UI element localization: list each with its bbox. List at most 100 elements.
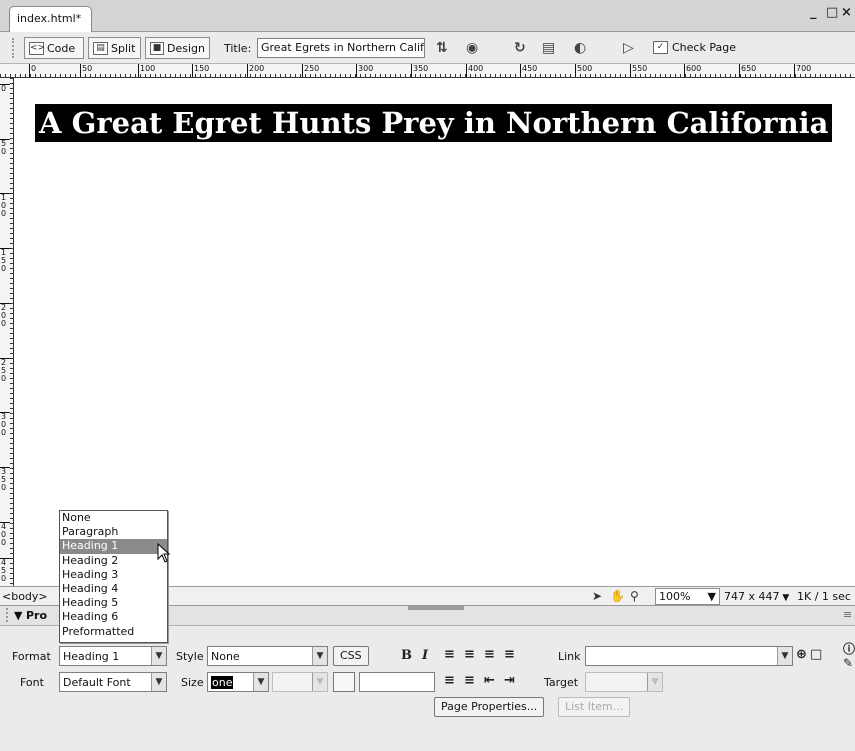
ruler-tick: 100 [0,193,10,218]
format-dropdown-list[interactable]: None Paragraph Heading 1 Heading 2 Headi… [59,510,168,643]
format-option-heading-4[interactable]: Heading 4 [60,582,167,596]
ruler-tick: 50 [0,139,10,156]
chevron-down-icon: ▼ [151,647,166,665]
text-color-input[interactable] [359,672,435,692]
chevron-down-icon: ▼ [253,673,268,691]
download-size: 1K / 1 sec [797,590,851,603]
close-icon[interactable]: × [841,5,852,20]
size-select[interactable]: one ▼ [207,672,269,692]
split-view-button[interactable]: ▤ Split [88,37,141,59]
chevron-down-icon: ▼ [312,647,327,665]
ruler-tick: 450 [0,558,10,583]
size-value: one [211,675,234,689]
chevron-down-icon: ▼ [779,593,790,603]
check-page-button[interactable]: ✓ Check Page [653,41,736,54]
ruler-tick: 650 [739,64,756,77]
page-properties-button[interactable]: Page Properties... [434,697,545,717]
css-button[interactable]: CSS [333,646,369,666]
format-option-preformatted[interactable]: Preformatted [60,625,167,639]
mouse-cursor-icon [157,543,171,563]
document-toolbar: <> Code ▤ Split ■ Design Title: Great Eg… [0,32,855,64]
ruler-tick: 700 [794,64,811,77]
ruler-tick: 600 [684,64,701,77]
vertical-ruler: 0 50 100 150 200 250 300 350 400 450 [0,78,14,586]
style-select[interactable]: None ▼ [207,646,328,666]
ordered-list-icon[interactable]: ≡ [464,673,475,688]
view-options-icon[interactable]: ▤ [542,40,555,56]
page-title-input[interactable]: Great Egrets in Northern Califc [257,38,425,58]
format-option-heading-5[interactable]: Heading 5 [60,596,167,610]
help-icon[interactable]: ⓘ [843,640,855,657]
format-select[interactable]: Heading 1 ▼ [59,646,167,666]
italic-button[interactable]: I [422,648,428,663]
code-view-button[interactable]: <> Code [24,37,84,59]
design-view-label: Design [167,41,205,55]
window-size[interactable]: 747 x 447 ▼ [724,590,789,603]
outdent-icon[interactable]: ⇤ [484,673,495,688]
page-heading[interactable]: A Great Egret Hunts Prey in Northern Cal… [35,104,833,142]
panel-options-icon[interactable]: ≡ [843,608,852,621]
chevron-down-icon: ▼ [647,673,662,691]
align-justify-icon[interactable]: ≡ [504,647,515,662]
unordered-list-icon[interactable]: ≡ [444,673,455,688]
format-option-heading-6[interactable]: Heading 6 [60,610,167,624]
validate-markup-icon[interactable]: ▷ [623,40,634,56]
zoom-select[interactable]: 100% ▼ [655,588,720,605]
size-unit-select: ▼ [272,672,328,692]
font-select[interactable]: Default Font ▼ [59,672,167,692]
style-label: Style [176,650,204,663]
ruler-tick: 350 [0,467,10,492]
chevron-down-icon: ▼ [707,590,716,603]
hand-tool-icon[interactable]: ✋ [610,589,625,603]
refresh-icon[interactable]: ↻ [514,40,526,56]
design-view-button[interactable]: ■ Design [145,37,210,59]
format-value: Heading 1 [63,649,120,663]
select-tool-icon[interactable]: ➤ [592,589,602,603]
align-right-icon[interactable]: ≡ [484,647,495,662]
panel-collapse-icon[interactable]: ▼ [14,609,22,622]
ruler-tick: 300 [0,412,10,437]
bold-button[interactable]: B [401,648,412,663]
quick-tag-editor-icon[interactable]: ✎ [843,656,853,670]
restore-icon[interactable]: □ [826,5,838,20]
ruler-tick: 250 [302,64,319,77]
minimize-icon[interactable]: _ [810,5,817,20]
font-label: Font [20,676,44,689]
tag-selector-body[interactable]: <body> [2,590,48,603]
title-label: Title: [224,42,252,55]
ruler-tick: 0 [0,84,10,93]
format-option-paragraph[interactable]: Paragraph [60,525,167,539]
document-tab[interactable]: index.html* [9,6,92,33]
css-button-label: CSS [340,649,362,662]
panel-grip[interactable] [6,608,10,622]
zoom-tool-icon[interactable]: ⚲ [630,589,639,603]
check-page-label: Check Page [672,41,736,54]
split-view-label: Split [111,41,136,55]
style-value: None [211,649,240,663]
toolbar-grip[interactable] [12,38,16,58]
font-value: Default Font [63,675,131,689]
preview-in-browser-icon[interactable]: ◉ [466,40,478,56]
chevron-down-icon: ▼ [312,673,327,691]
ruler-tick: 500 [575,64,592,77]
size-label: Size [181,676,204,689]
point-to-file-icon[interactable]: ⊕ [796,647,807,662]
format-option-heading-3[interactable]: Heading 3 [60,568,167,582]
ruler-tick: 350 [411,64,428,77]
align-left-icon[interactable]: ≡ [444,647,455,662]
split-view-icon: ▤ [93,41,108,55]
format-option-heading-1[interactable]: Heading 1 [60,539,167,554]
text-color-picker[interactable] [333,672,355,692]
format-option-none[interactable]: None [60,511,167,525]
document-tab-bar: index.html* _ □ × [0,0,855,33]
indent-icon[interactable]: ⇥ [504,673,515,688]
link-input[interactable]: ▼ [585,646,793,666]
align-center-icon[interactable]: ≡ [464,647,475,662]
ruler-tick: 400 [466,64,483,77]
browse-folder-icon[interactable]: □ [810,647,822,662]
zoom-value: 100% [659,590,691,603]
panel-resize-handle[interactable] [408,606,464,610]
visual-aids-icon[interactable]: ◐ [574,40,586,56]
file-management-icon[interactable]: ⇅ [436,40,448,56]
format-option-heading-2[interactable]: Heading 2 [60,554,167,568]
